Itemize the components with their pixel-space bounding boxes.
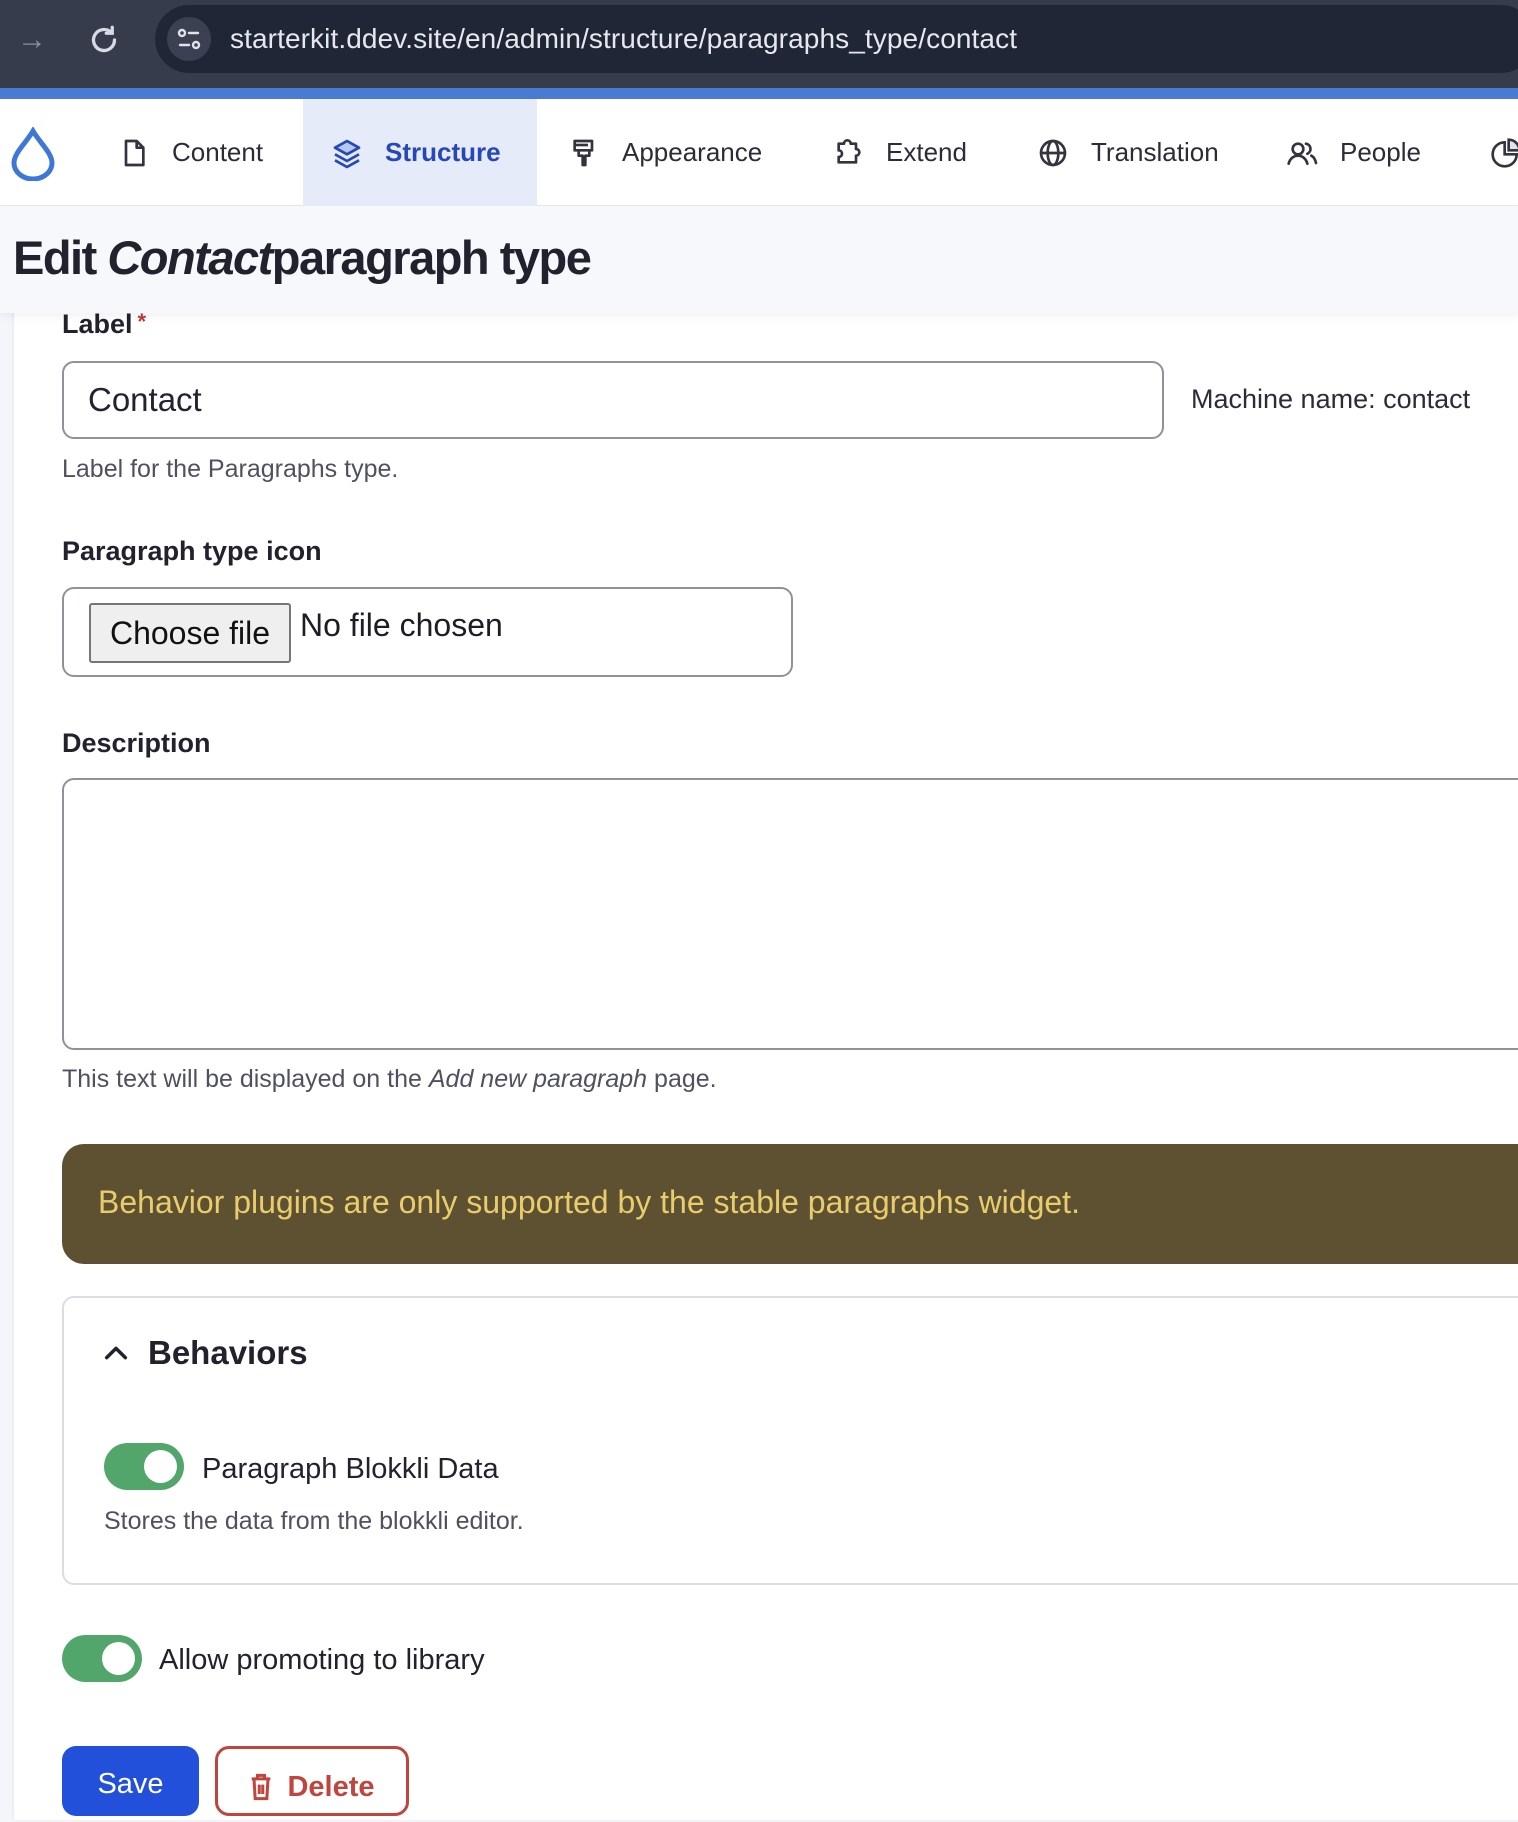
behaviors-title: Behaviors [148,1334,308,1371]
reports-pie-icon [1491,137,1518,168]
tab-structure[interactable]: Structure [303,99,537,206]
blokkli-data-description: Stores the data from the blokkli editor. [104,1507,524,1535]
warning-text: Behavior plugins are only supported by t… [98,1184,1080,1220]
loading-bar [0,88,1518,99]
tab-label: Translation [1091,137,1219,167]
paintbrush-icon [573,139,594,166]
form-card [14,300,1518,1820]
blokkli-data-label: Paragraph Blokkli Data [202,1453,499,1485]
tab-extend[interactable]: Extend [832,99,982,206]
delete-label: Delete [287,1770,375,1803]
machine-name[interactable]: Machine name: contact [1191,384,1470,415]
page-title: Edit Contactparagraph type [13,230,592,285]
icon-field-label: Paragraph type icon [62,536,322,566]
admin-toolbar: Content Structure Appearance Extend Tran… [0,99,1518,206]
icon-file-input[interactable]: Choose file No file chosen [62,587,793,677]
puzzle-icon [837,138,861,164]
site-info-icon[interactable] [167,17,211,61]
label-text: Label [62,309,133,339]
help-emphasis: Add new paragraph [428,1065,648,1093]
tab-reports[interactable] [1490,99,1518,206]
description-field-label: Description [62,728,211,758]
delete-button[interactable]: Delete [215,1746,409,1816]
address-bar[interactable]: starterkit.ddev.site/en/admin/structure/… [155,5,1518,73]
tab-translation[interactable]: Translation [1037,99,1237,206]
chevron-up-icon [104,1346,128,1360]
allow-library-toggle[interactable] [62,1635,142,1682]
label-field-label: Label * [62,309,146,340]
layers-icon [333,139,361,168]
people-icon [1287,141,1318,165]
trash-icon [252,1773,271,1801]
page-header: Edit Contactparagraph type [0,206,1518,313]
tab-content[interactable]: Content [118,99,278,206]
file-status: No file chosen [300,607,503,643]
description-textarea[interactable] [62,778,1518,1050]
help-suffix: page. [654,1065,717,1093]
tab-people[interactable]: People [1286,99,1436,206]
page-title-prefix: Edit [13,231,97,284]
save-button[interactable]: Save [62,1746,199,1816]
tab-label: Extend [886,137,967,167]
allow-library-label: Allow promoting to library [159,1644,485,1676]
tab-label: Content [172,137,264,167]
tab-label: People [1340,137,1421,167]
url-text[interactable]: starterkit.ddev.site/en/admin/structure/… [230,5,1017,73]
help-prefix: This text will be displayed on the [62,1065,422,1093]
description-help: This text will be displayed on the Add n… [62,1065,717,1094]
tab-label: Appearance [622,137,763,167]
tab-label: Structure [385,137,501,167]
behaviors-summary[interactable]: Behaviors [102,1334,308,1372]
tab-appearance[interactable]: Appearance [568,99,778,206]
drupal-drop-icon[interactable] [10,126,56,182]
label-input[interactable] [62,361,1164,439]
document-icon [124,139,145,166]
forward-arrow-icon[interactable]: → [14,22,50,58]
browser-toolbar: → starterkit.ddev.site/en/admin/structur… [0,0,1518,88]
warning-message: Behavior plugins are only supported by t… [62,1144,1518,1264]
label-help: Label for the Paragraphs type. [62,455,399,483]
blokkli-data-toggle[interactable] [104,1443,184,1490]
page-title-name: Contact [107,231,273,284]
reload-icon[interactable] [86,22,122,58]
page-title-suffix: paragraph type [271,231,592,284]
globe-icon [1039,139,1067,166]
choose-file-button[interactable]: Choose file [89,603,291,663]
behaviors-details: Behaviors Paragraph Blokkli Data Stores … [62,1296,1518,1585]
